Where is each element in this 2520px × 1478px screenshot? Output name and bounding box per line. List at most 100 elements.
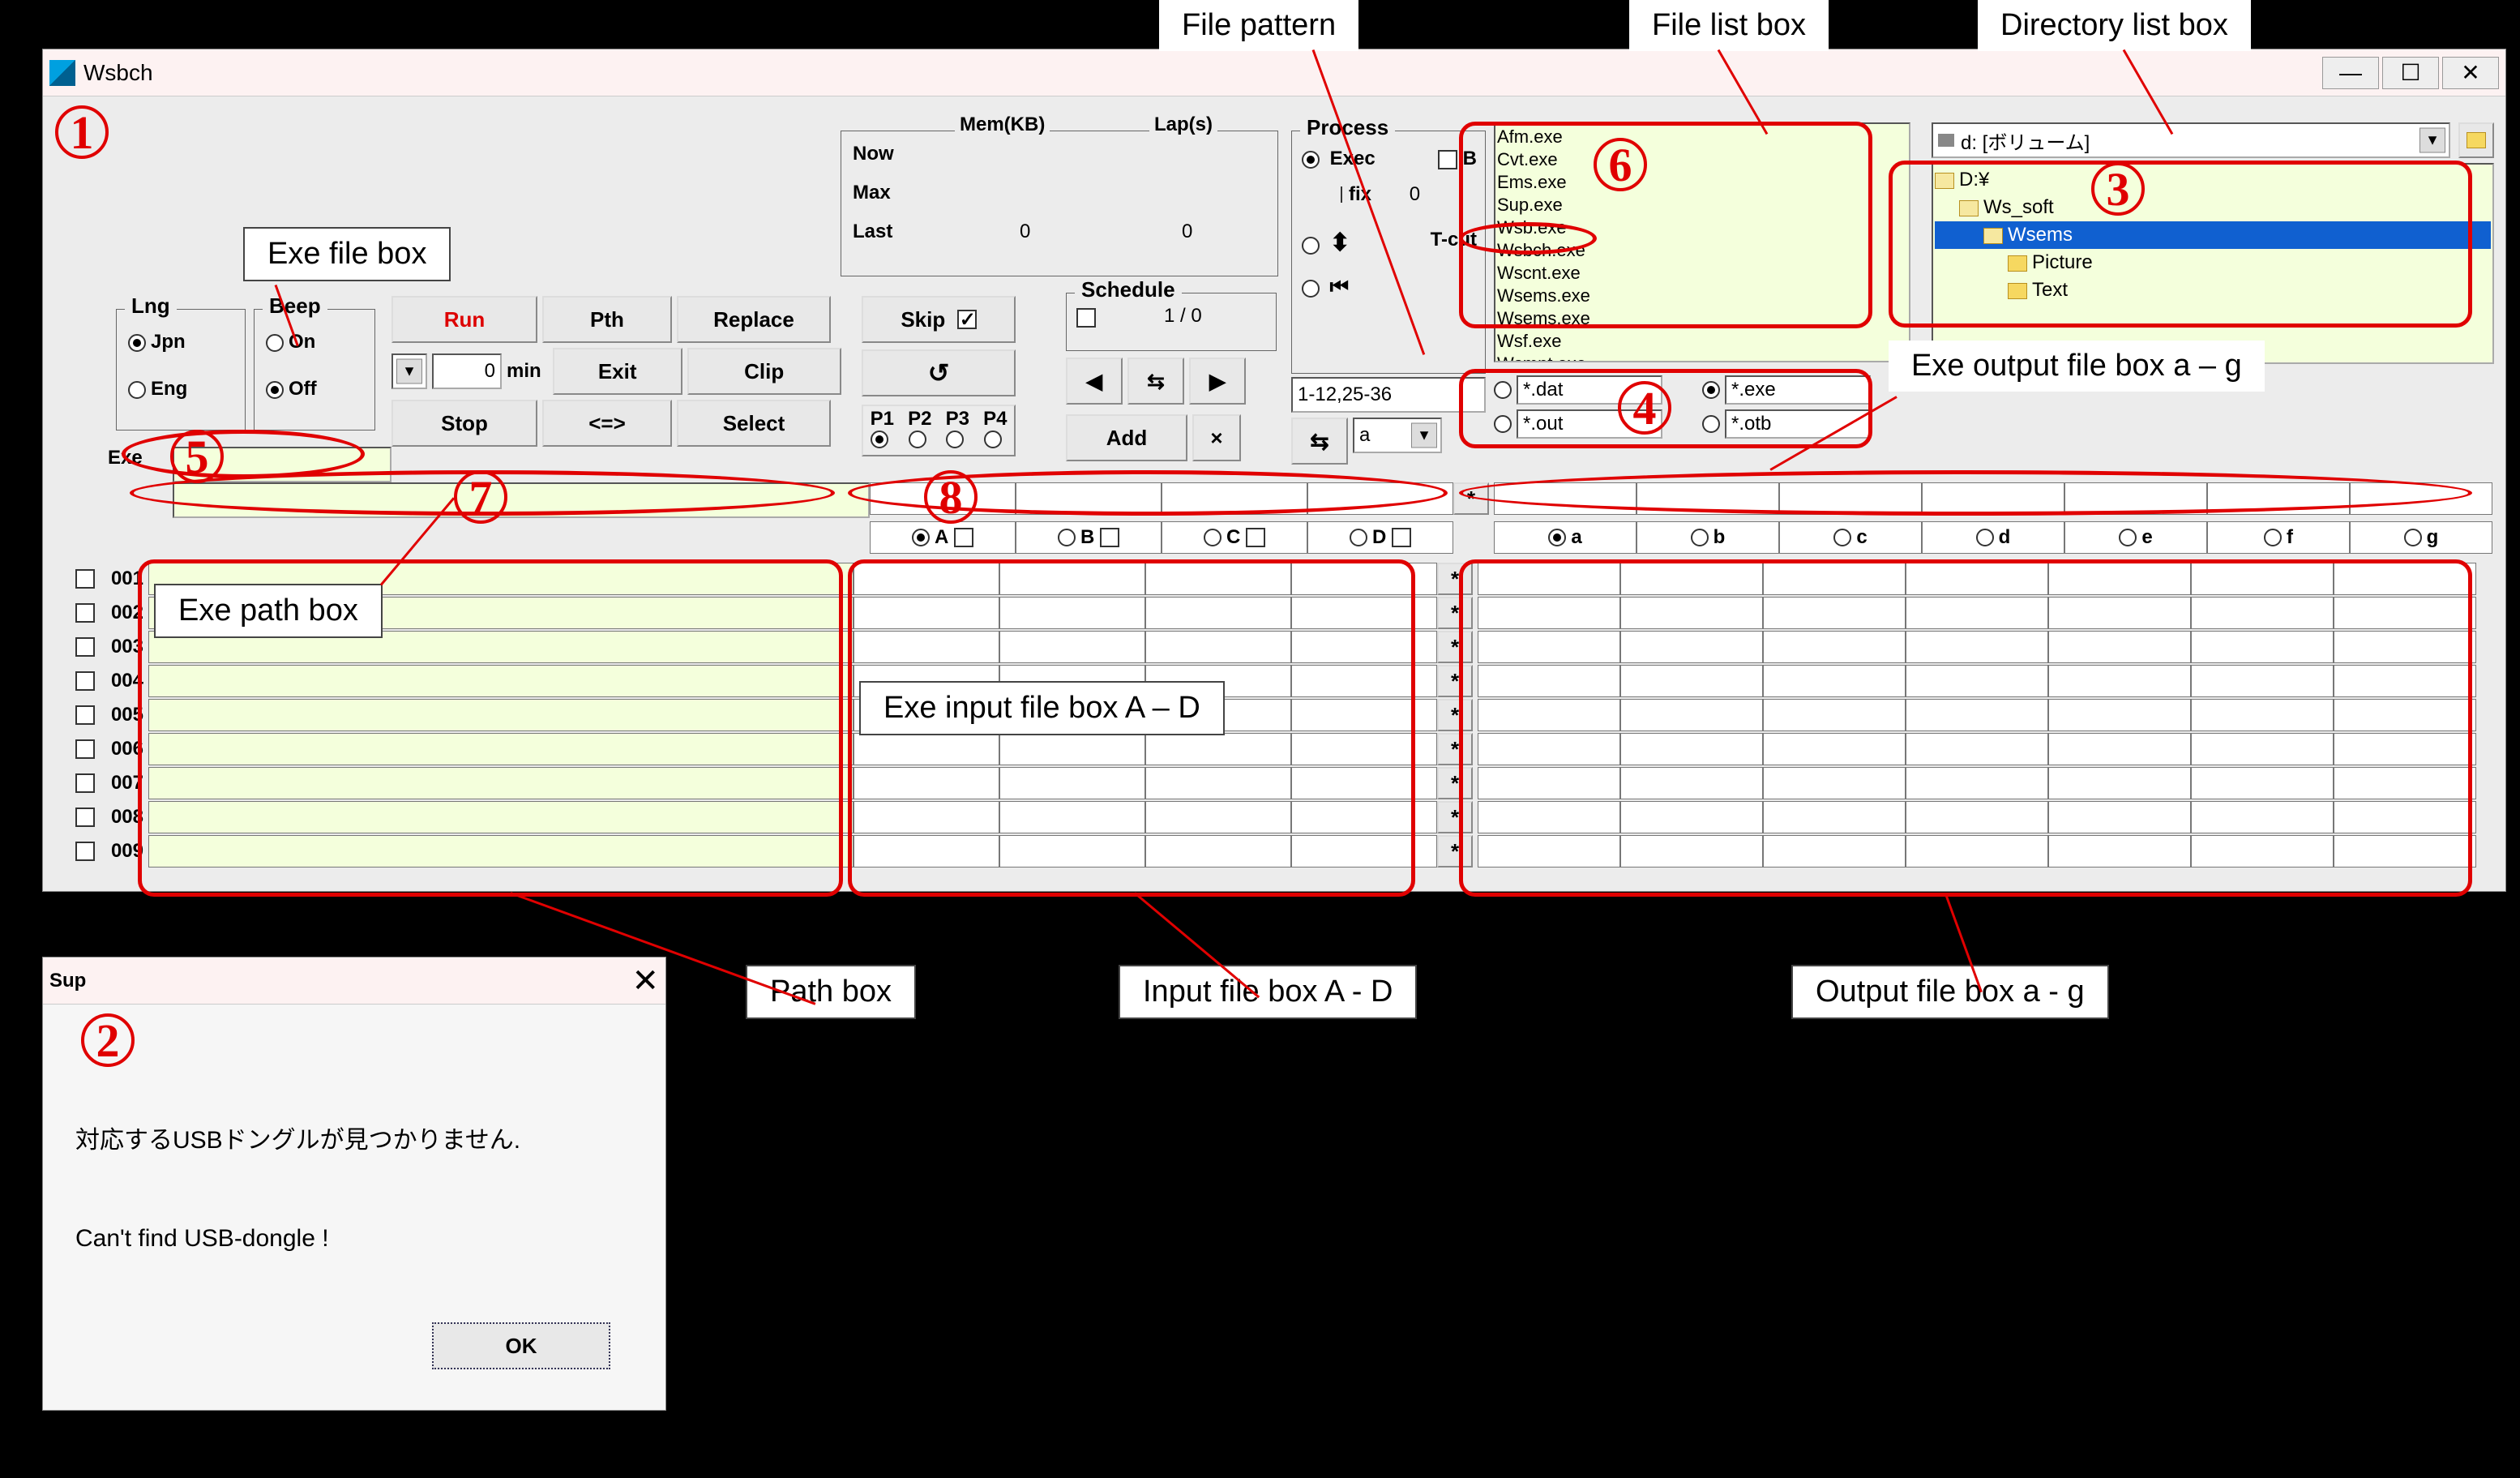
close-button[interactable]: ✕: [2442, 57, 2499, 89]
select-button[interactable]: Select: [677, 400, 831, 447]
radio-col-oa[interactable]: [1548, 529, 1566, 546]
radio-col-d[interactable]: [1350, 529, 1367, 546]
skip-button[interactable]: Skip: [862, 296, 1016, 343]
radio-beep-on[interactable]: [266, 334, 284, 352]
pth-button[interactable]: Pth: [542, 296, 672, 343]
radio-col-oe[interactable]: [2119, 529, 2137, 546]
label-exe-file-box: Exe file box: [243, 227, 451, 281]
swap-button[interactable]: <=>: [542, 400, 672, 447]
checkbox-b[interactable]: [1438, 150, 1457, 169]
beep-label: Beep: [263, 293, 327, 319]
dialog-msg-en: Can't find USB-dongle !: [75, 1225, 329, 1253]
radio-col-of[interactable]: [2264, 529, 2282, 546]
chk-col-a[interactable]: [954, 528, 973, 547]
row-checkbox[interactable]: [75, 705, 95, 725]
dialog-ok-button[interactable]: OK: [432, 1322, 610, 1369]
schedule-panel: Schedule 1 / 0: [1066, 293, 1277, 351]
annotation-oval-exe-output: [1459, 470, 2472, 516]
row-checkbox[interactable]: [75, 773, 95, 793]
annotation-1: [55, 105, 109, 159]
beep-panel: Beep On Off: [254, 309, 375, 431]
folder-icon: [2467, 132, 2486, 148]
replace-button[interactable]: Replace: [677, 296, 831, 343]
a-dropdown[interactable]: a: [1353, 418, 1442, 453]
maximize-button[interactable]: ☐: [2382, 57, 2439, 89]
run-button[interactable]: Run: [391, 296, 537, 343]
radio-beep-off[interactable]: [266, 381, 284, 399]
row-checkbox[interactable]: [75, 569, 95, 589]
radio-col-c[interactable]: [1204, 529, 1221, 546]
process-label: Process: [1300, 115, 1395, 140]
lap-last-value: 0: [1182, 221, 1192, 243]
dialog-close-button[interactable]: ✕: [631, 962, 659, 1000]
exit-button[interactable]: Exit: [553, 348, 682, 395]
annotation-oval-exe-path: [130, 470, 835, 516]
chk-col-b[interactable]: [1100, 528, 1119, 547]
annotation-oval-exe-input: [848, 470, 1448, 516]
label-file-list: File list box: [1629, 0, 1829, 51]
radio-col-b[interactable]: [1058, 529, 1076, 546]
clip-button[interactable]: Clip: [687, 348, 841, 395]
min-dropdown[interactable]: [391, 353, 427, 389]
range-input[interactable]: 1-12,25-36: [1291, 377, 1486, 413]
next-button[interactable]: ▶: [1189, 358, 1246, 405]
annotation-2: [81, 1013, 135, 1067]
x-button[interactable]: ×: [1192, 414, 1241, 461]
reload-button[interactable]: ↺: [862, 349, 1016, 396]
mem-last: Last: [853, 221, 892, 243]
label-exe-path-box: Exe path box: [154, 584, 383, 638]
annotation-rect-outputbox: [1459, 559, 2472, 897]
dialog-msg-jp: 対応するUSBドングルが見つかりません.: [75, 1120, 520, 1155]
annotation-oval-exe-file: [122, 430, 365, 478]
add-button[interactable]: Add: [1066, 414, 1187, 461]
lng-panel: Lng Jpn Eng: [116, 309, 246, 431]
radio-rewind[interactable]: [1302, 280, 1320, 298]
radio-col-a[interactable]: [912, 529, 930, 546]
browse-button[interactable]: [2458, 122, 2494, 158]
radio-exec[interactable]: [1302, 151, 1320, 169]
radio-p4[interactable]: [984, 431, 1002, 448]
radio-p3[interactable]: [946, 431, 964, 448]
prev-button[interactable]: ◀: [1066, 358, 1123, 405]
label-path-box: Path box: [746, 965, 916, 1019]
error-dialog: Sup ✕ 対応するUSBドングルが見つかりません. Can't find US…: [42, 957, 666, 1411]
dialog-title: Sup: [49, 970, 86, 992]
step-button[interactable]: ⇆: [1127, 358, 1184, 405]
mem-last-value: 0: [1020, 221, 1030, 243]
schedule-checkbox[interactable]: [1076, 308, 1096, 328]
mem-max: Max: [853, 182, 891, 204]
row-checkbox[interactable]: [75, 842, 95, 861]
radio-col-oc[interactable]: [1833, 529, 1851, 546]
stop-button[interactable]: Stop: [391, 400, 537, 447]
minimize-button[interactable]: —: [2322, 57, 2379, 89]
file-item[interactable]: Wsmnt.exe: [1497, 353, 1907, 362]
radio-updown[interactable]: [1302, 237, 1320, 255]
chk-col-c[interactable]: [1246, 528, 1265, 547]
radio-p2[interactable]: [909, 431, 926, 448]
lng-label: Lng: [125, 293, 177, 319]
annotation-rect-dirlist: [1889, 161, 2472, 328]
row-checkbox[interactable]: [75, 808, 95, 827]
chk-col-d[interactable]: [1392, 528, 1411, 547]
label-output-box: Output file box a - g: [1791, 965, 2109, 1019]
swap2-button[interactable]: ⇆: [1291, 418, 1348, 465]
row-checkbox[interactable]: [75, 739, 95, 759]
radio-p1[interactable]: [871, 431, 888, 448]
label-file-pattern: File pattern: [1159, 0, 1358, 51]
radio-col-od[interactable]: [1976, 529, 1994, 546]
row-checkbox[interactable]: [75, 603, 95, 623]
label-exe-input: Exe input file box A – D: [859, 681, 1225, 735]
radio-jpn[interactable]: [128, 334, 146, 352]
radio-eng[interactable]: [128, 381, 146, 399]
schedule-label: Schedule: [1075, 277, 1182, 302]
radio-col-og[interactable]: [2404, 529, 2422, 546]
annotation-rect-pattern: [1459, 369, 1872, 448]
row-checkbox[interactable]: [75, 671, 95, 691]
file-item[interactable]: Wsf.exe: [1497, 330, 1907, 353]
min-input[interactable]: 0: [432, 353, 502, 389]
row-checkbox[interactable]: [75, 637, 95, 657]
radio-col-ob[interactable]: [1691, 529, 1709, 546]
mem-label: Mem(KB): [955, 114, 1050, 136]
skip-checkbox[interactable]: [957, 310, 977, 329]
drive-dropdown[interactable]: d: [ボリューム]: [1932, 122, 2450, 158]
